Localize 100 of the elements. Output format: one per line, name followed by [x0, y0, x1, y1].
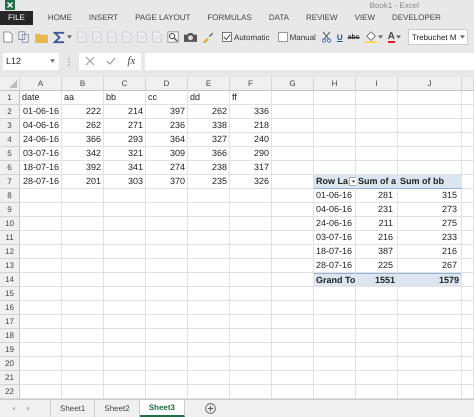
- fill-bucket-icon[interactable]: [364, 31, 377, 44]
- empty-cell: [462, 188, 474, 203]
- column-header[interactable]: J: [398, 76, 462, 91]
- sheet-tab[interactable]: Sheet3: [140, 400, 185, 417]
- column-header[interactable]: G: [272, 76, 314, 91]
- row-header[interactable]: 17: [0, 314, 20, 329]
- document-icon[interactable]: [107, 31, 117, 44]
- table-cell: 342: [62, 146, 104, 161]
- scroll-left-icon[interactable]: [12, 406, 15, 411]
- ribbon-tab[interactable]: REVIEW: [299, 10, 345, 25]
- document-icon[interactable]: [92, 31, 102, 44]
- row-header[interactable]: 16: [0, 300, 20, 315]
- check-icon[interactable]: [106, 56, 116, 66]
- empty-cell: [462, 244, 474, 259]
- row-header[interactable]: 18: [0, 328, 20, 343]
- font-color-button[interactable]: A: [388, 32, 395, 43]
- row-header[interactable]: 10: [0, 216, 20, 231]
- column-header[interactable]: D: [146, 76, 188, 91]
- empty-cell: [314, 132, 356, 147]
- empty-cell: [462, 356, 474, 371]
- ribbon-tab[interactable]: DATA: [262, 10, 296, 25]
- table-cell: 317: [230, 160, 272, 175]
- column-header[interactable]: B: [62, 76, 104, 91]
- empty-cell: [146, 286, 188, 301]
- pivot-cell: 273: [398, 202, 462, 217]
- row-header[interactable]: 8: [0, 188, 20, 203]
- row-header[interactable]: 3: [0, 118, 20, 133]
- row-header[interactable]: 20: [0, 356, 20, 371]
- caret-icon[interactable]: [460, 35, 465, 40]
- cancel-icon[interactable]: [84, 56, 95, 66]
- caret-icon[interactable]: [396, 35, 401, 40]
- row-header[interactable]: 6: [0, 160, 20, 175]
- ribbon-tab[interactable]: DEVELOPER: [385, 10, 448, 25]
- insert-function-button[interactable]: fx: [127, 55, 136, 68]
- caret-icon[interactable]: [50, 59, 55, 64]
- select-all-corner[interactable]: [0, 76, 20, 91]
- column-header[interactable]: E: [188, 76, 230, 91]
- column-header[interactable]: A: [20, 76, 62, 91]
- row-header[interactable]: 15: [0, 286, 20, 301]
- name-box[interactable]: L12: [3, 52, 59, 70]
- row-header[interactable]: 13: [0, 258, 20, 273]
- sigma-icon[interactable]: [53, 30, 66, 44]
- table-cell: 366: [62, 132, 104, 147]
- empty-cell: [188, 216, 230, 231]
- brush-icon[interactable]: [202, 31, 214, 44]
- row-header[interactable]: 12: [0, 244, 20, 259]
- row-header[interactable]: 4: [0, 132, 20, 147]
- empty-cell: [272, 90, 314, 105]
- document-icon[interactable]: [77, 31, 87, 44]
- copy-icon[interactable]: [18, 31, 30, 44]
- document-icon[interactable]: [137, 31, 147, 44]
- document-icon[interactable]: [152, 31, 162, 44]
- ribbon-tab[interactable]: VIEW: [348, 10, 382, 25]
- font-name-dropdown[interactable]: Trebuchet M: [408, 29, 468, 46]
- ribbon-tab[interactable]: FORMULAS: [200, 10, 259, 25]
- empty-cell: [398, 132, 462, 147]
- row-header[interactable]: 2: [0, 104, 20, 119]
- table-cell: 326: [230, 174, 272, 189]
- row-header[interactable]: 1: [0, 90, 20, 105]
- row-header[interactable]: 5: [0, 146, 20, 161]
- column-header[interactable]: F: [230, 76, 272, 91]
- checkbox[interactable]: [222, 32, 232, 42]
- document-icon[interactable]: [122, 31, 132, 44]
- row-header[interactable]: 21: [0, 370, 20, 385]
- row-header[interactable]: 22: [0, 384, 20, 399]
- column-header[interactable]: I: [356, 76, 398, 91]
- empty-cell: [62, 188, 104, 203]
- column-header[interactable]: C: [104, 76, 146, 91]
- checkbox[interactable]: [278, 32, 288, 42]
- scissors-icon[interactable]: [320, 31, 332, 44]
- pivot-cell: 315: [398, 188, 462, 203]
- row-header[interactable]: 7: [0, 174, 20, 189]
- ribbon-tab[interactable]: PAGE LAYOUT: [128, 10, 198, 25]
- empty-cell: [356, 370, 398, 385]
- caret-icon[interactable]: [378, 35, 383, 40]
- table-cell: 240: [230, 132, 272, 147]
- ribbon-tab[interactable]: INSERT: [82, 10, 126, 25]
- empty-cell: [398, 328, 462, 343]
- scroll-right-icon[interactable]: [27, 406, 30, 411]
- row-header[interactable]: 11: [0, 230, 20, 245]
- empty-cell: [272, 160, 314, 175]
- empty-cell: [398, 300, 462, 315]
- add-sheet-icon[interactable]: [204, 402, 216, 414]
- row-header[interactable]: 9: [0, 202, 20, 217]
- magnifier-icon[interactable]: [167, 31, 179, 44]
- caret-icon[interactable]: [67, 35, 72, 40]
- new-document-icon[interactable]: [3, 31, 13, 44]
- camera-icon[interactable]: [184, 32, 197, 42]
- table-cell: 293: [104, 132, 146, 147]
- underline-button[interactable]: U: [336, 32, 343, 42]
- sheet-tab[interactable]: Sheet1: [51, 400, 96, 417]
- row-header[interactable]: 19: [0, 342, 20, 357]
- ribbon-tab[interactable]: FILE: [0, 10, 33, 25]
- empty-cell: [62, 300, 104, 315]
- column-header[interactable]: H: [314, 76, 356, 91]
- filter-dropdown-icon[interactable]: [349, 176, 358, 186]
- pivot-cell: 18-07-16: [314, 244, 356, 259]
- empty-cell: [230, 370, 272, 385]
- row-header[interactable]: 14: [0, 272, 20, 287]
- ribbon-tab[interactable]: HOME: [40, 10, 79, 25]
